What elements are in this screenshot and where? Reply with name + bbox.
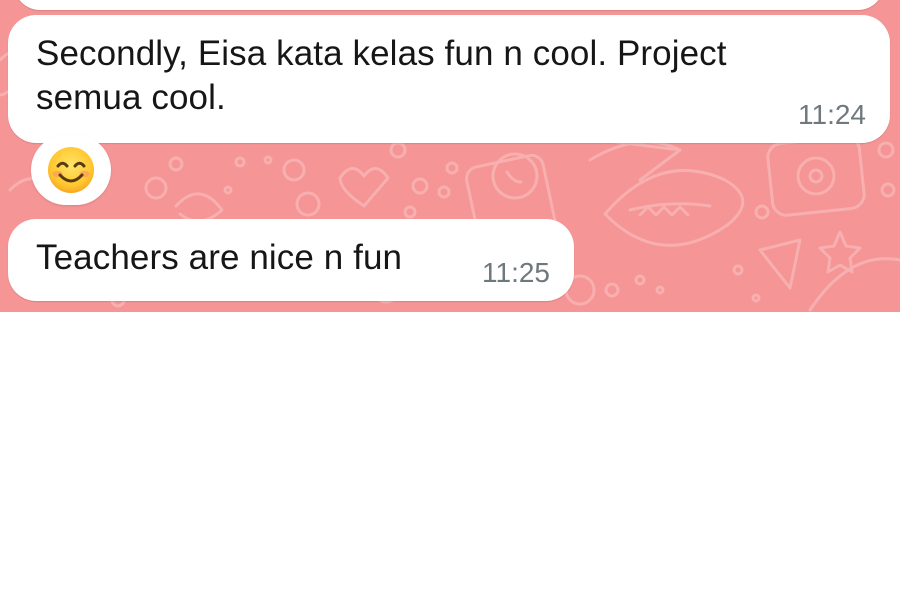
message-text: Teachers are nice n fun: [36, 238, 403, 277]
message-bubble[interactable]: Secondly, Eisa kata kelas fun n cool. Pr…: [8, 15, 890, 143]
chat-area[interactable]: Secondly, Eisa kata kelas fun n cool. Pr…: [0, 0, 900, 312]
blank-area: [0, 312, 900, 600]
smiling-face-icon: [48, 147, 94, 193]
message-reaction[interactable]: [31, 135, 111, 205]
message-timestamp: 11:24: [798, 99, 866, 130]
message-text: Secondly, Eisa kata kelas fun n cool. Pr…: [36, 34, 727, 117]
previous-message-bubble[interactable]: [14, 0, 884, 10]
message-timestamp: 11:25: [482, 257, 550, 288]
message-bubble[interactable]: Teachers are nice n fun 11:25: [8, 219, 574, 301]
